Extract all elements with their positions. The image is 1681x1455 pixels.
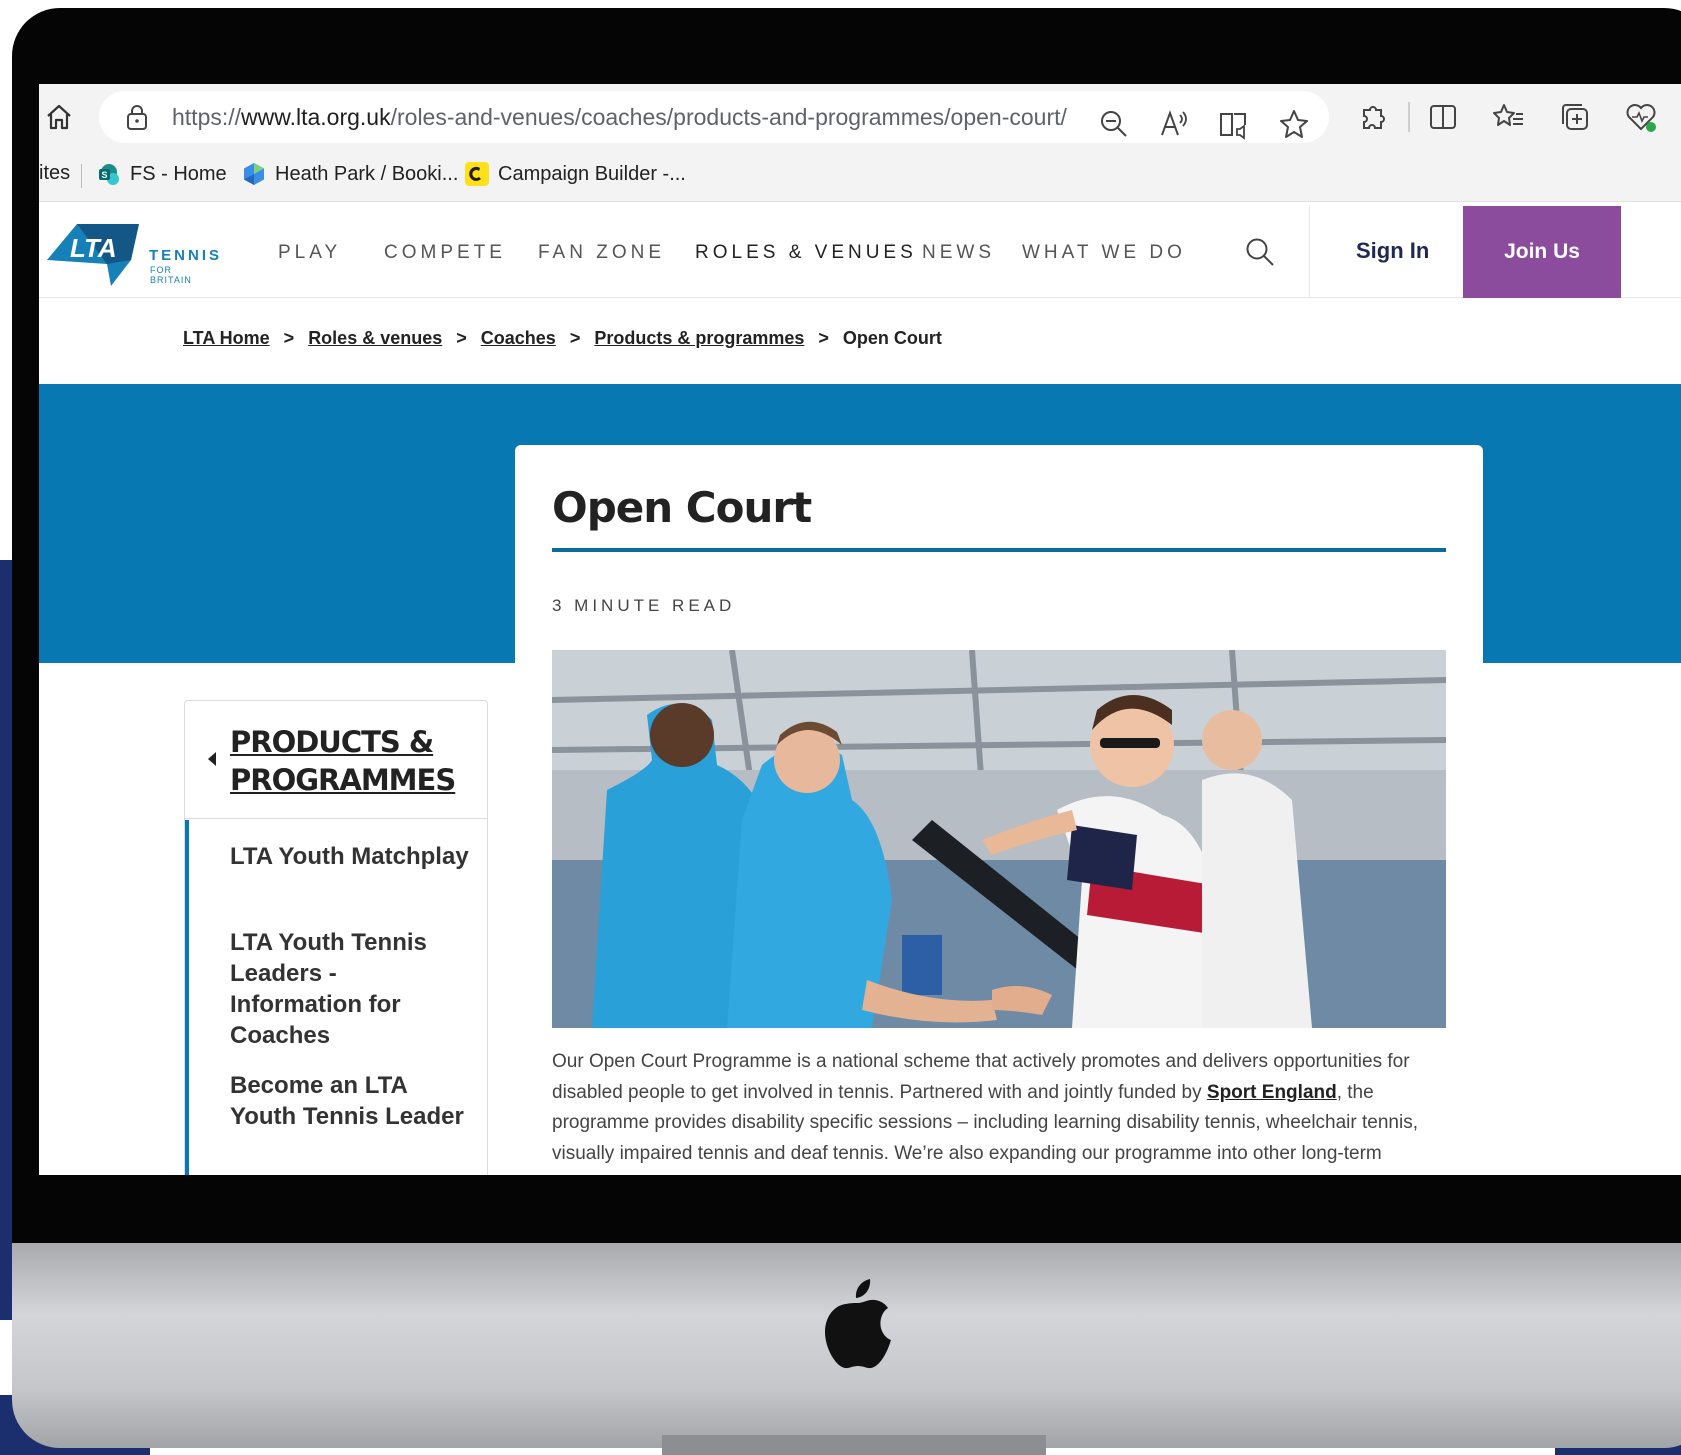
sidebar-item-become-youth-leader[interactable]: Become an LTA Youth Tennis Leader — [230, 1070, 470, 1132]
breadcrumb-separator: > — [456, 328, 467, 348]
site-header: LTA TENNIS FOR BRITAIN PLAY COMPETE FAN … — [39, 206, 1681, 298]
bookmarks-bar: ites S FS - Home Heath Park / Booki... C… — [39, 150, 1681, 202]
lock-icon[interactable] — [125, 104, 149, 130]
breadcrumb-roles-venues[interactable]: Roles & venues — [308, 328, 442, 349]
article-body: Our Open Court Programme is a national s… — [552, 1047, 1432, 1169]
sidebar-item-youth-tennis-leaders[interactable]: LTA Youth Tennis Leaders - Information f… — [230, 927, 470, 1051]
title-underline — [552, 548, 1446, 552]
favorites-icon[interactable] — [1492, 100, 1526, 134]
sidebar-active-rail — [185, 820, 189, 1175]
screenshot-stage: https://www.lta.org.uk/roles-and-venues/… — [0, 0, 1681, 1455]
url-field[interactable]: https://www.lta.org.uk/roles-and-venues/… — [99, 91, 1329, 143]
nav-news[interactable]: NEWS — [922, 242, 995, 264]
monitor-stand — [662, 1435, 1046, 1455]
address-bar-row: https://www.lta.org.uk/roles-and-venues/… — [39, 84, 1681, 150]
svg-text:S: S — [101, 170, 107, 180]
page-title: Open Court — [552, 483, 812, 532]
sidebar-item-youth-matchplay[interactable]: LTA Youth Matchplay — [230, 841, 470, 872]
join-us-button[interactable]: Join Us — [1463, 206, 1621, 298]
collections-icon[interactable] — [1558, 100, 1592, 134]
browser-essentials-icon[interactable] — [1624, 100, 1658, 134]
read-aloud-icon[interactable] — [1157, 107, 1191, 141]
sidebar-title[interactable]: PRODUCTS & PROGRAMMES — [230, 723, 480, 799]
nav-what-we-do[interactable]: WHAT WE DO — [1022, 242, 1186, 264]
favorite-star-icon[interactable] — [1277, 107, 1311, 141]
split-screen-icon[interactable] — [1426, 100, 1460, 134]
url-text[interactable]: https://www.lta.org.uk/roles-and-venues/… — [172, 104, 1067, 131]
mailchimp-icon — [465, 162, 489, 186]
sharepoint-icon: S — [99, 164, 119, 185]
logo-tennis-text: TENNIS — [149, 247, 223, 264]
hero-image — [552, 650, 1446, 1028]
home-icon[interactable] — [43, 101, 75, 133]
read-time: 3 MINUTE READ — [552, 596, 736, 615]
sport-england-link[interactable]: Sport England — [1207, 1082, 1337, 1103]
caret-left-icon — [208, 752, 216, 766]
extensions-icon[interactable] — [1356, 100, 1390, 134]
breadcrumb-separator: > — [569, 328, 581, 348]
logo-for-britain-text: FOR BRITAIN — [150, 265, 192, 285]
section-sidebar: PRODUCTS & PROGRAMMES LTA Youth Matchpla… — [184, 700, 488, 1175]
bookmark-item[interactable]: Campaign Builder -... — [465, 162, 686, 186]
sidebar-header[interactable]: PRODUCTS & PROGRAMMES — [185, 701, 487, 819]
breadcrumb-lta-home[interactable]: LTA Home — [183, 328, 270, 349]
breadcrumb-products-programmes[interactable]: Products & programmes — [594, 328, 804, 349]
apple-logo-icon — [825, 1279, 891, 1369]
bookmark-item[interactable]: S FS - Home — [97, 162, 227, 186]
immersive-reader-icon[interactable] — [1217, 107, 1251, 141]
toolbar-separator — [1408, 102, 1410, 132]
nav-divider — [1309, 206, 1310, 298]
lta-logo[interactable]: LTA TENNIS FOR BRITAIN — [47, 220, 219, 286]
bookmark-separator — [81, 164, 82, 188]
sign-in-button[interactable]: Sign In — [1356, 238, 1429, 264]
bookmark-item[interactable]: Heath Park / Booki... — [242, 162, 458, 186]
breadcrumb-separator: > — [283, 328, 295, 348]
nav-fan-zone[interactable]: FAN ZONE — [538, 242, 665, 264]
nav-roles-venues[interactable]: ROLES & VENUES — [695, 242, 917, 264]
breadcrumb: LTA Home > Roles & venues > Coaches > Pr… — [183, 328, 942, 349]
hexagon-icon — [244, 163, 264, 185]
breadcrumb-coaches[interactable]: Coaches — [481, 328, 556, 349]
lta-logo-mark: LTA — [47, 224, 139, 286]
browser-window: https://www.lta.org.uk/roles-and-venues/… — [39, 84, 1681, 1175]
nav-play[interactable]: PLAY — [278, 242, 341, 264]
nav-compete[interactable]: COMPETE — [384, 242, 506, 264]
article-card: Open Court 3 MINUTE READ Our Open Court … — [515, 445, 1483, 1175]
lta-logo-text: LTA — [70, 233, 117, 263]
breadcrumb-current: Open Court — [842, 328, 942, 348]
zoom-out-icon[interactable] — [1097, 107, 1131, 141]
bookmark-item[interactable]: ites — [39, 162, 70, 185]
breadcrumb-separator: > — [818, 328, 829, 348]
search-icon[interactable] — [1244, 236, 1276, 268]
